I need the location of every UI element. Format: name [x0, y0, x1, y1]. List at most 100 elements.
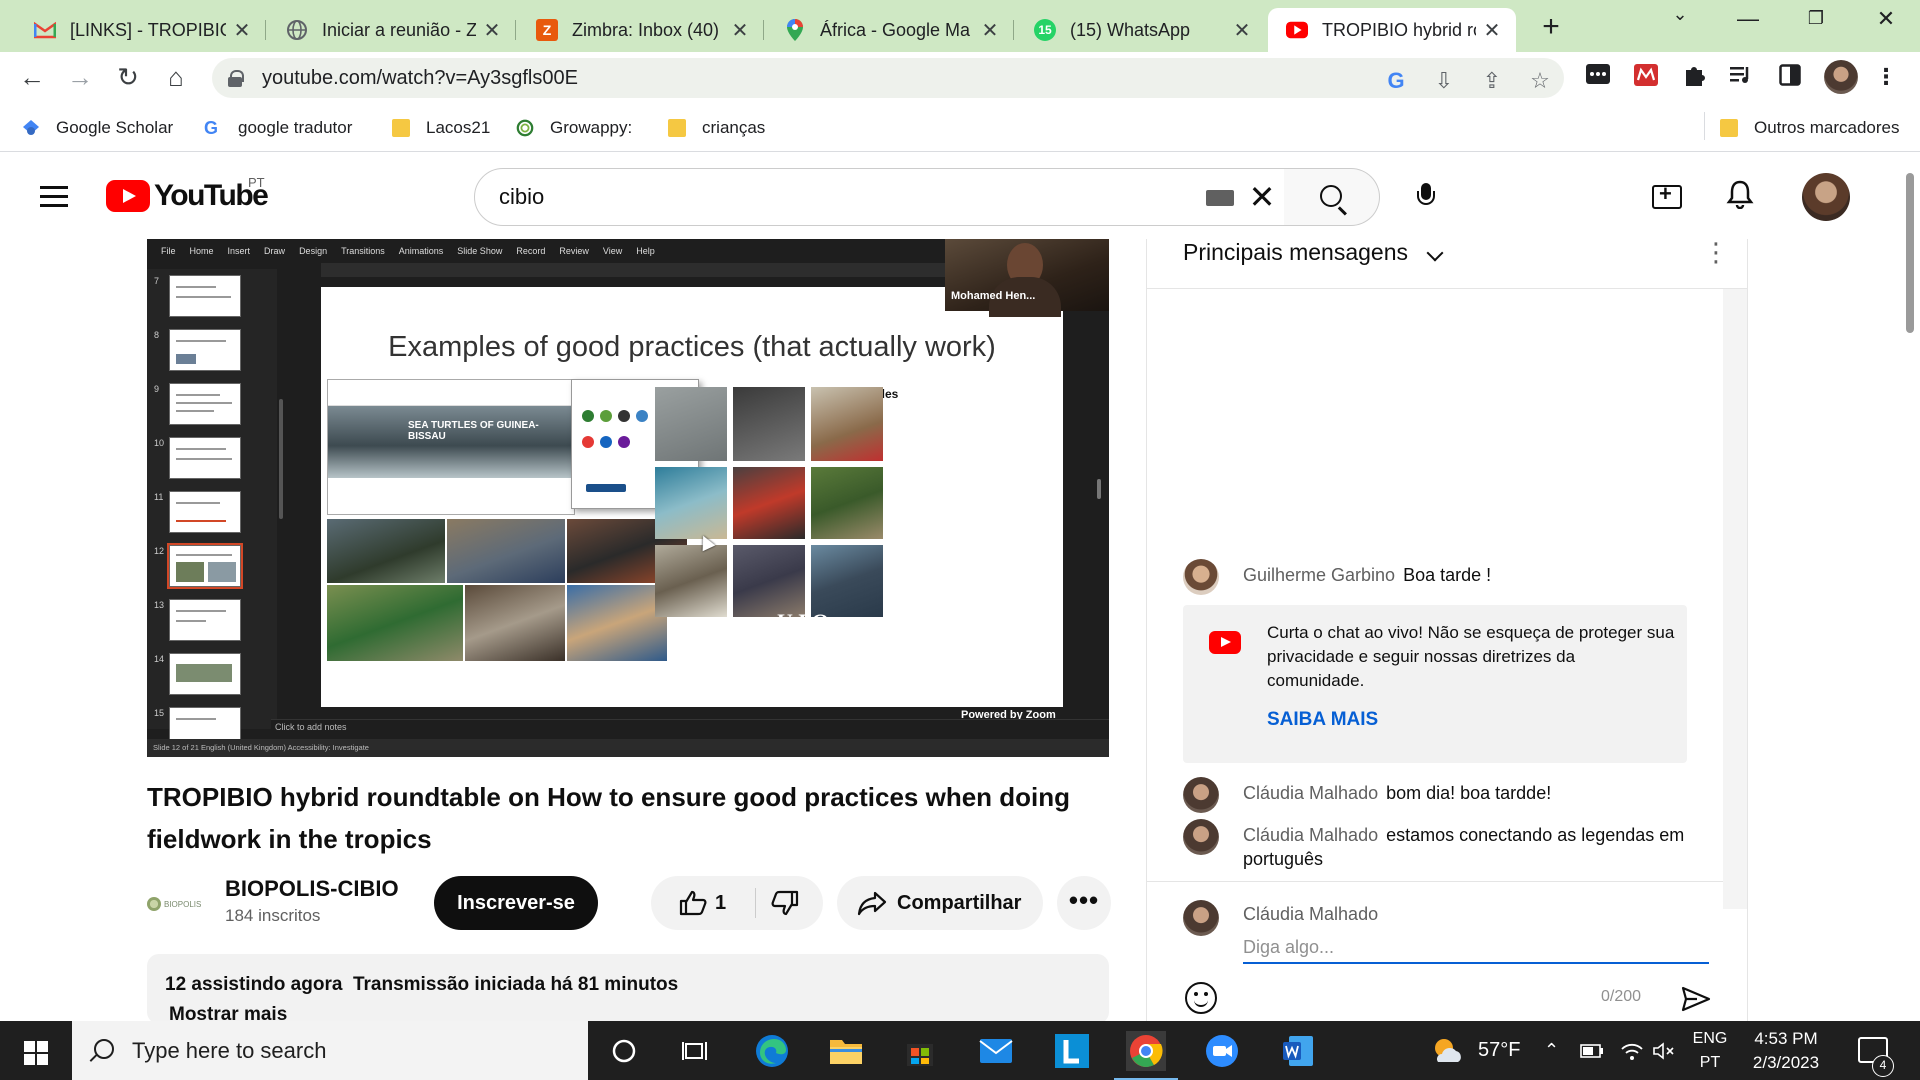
bookmark-google-scholar[interactable]: Google Scholar — [22, 116, 173, 140]
youtube-logo[interactable]: YouTube — [106, 179, 269, 213]
home-icon[interactable]: ⌂ — [158, 62, 194, 93]
message-author[interactable]: Cláudia Malhado — [1243, 825, 1378, 845]
chevron-down-icon[interactable] — [1426, 244, 1444, 262]
emoji-icon[interactable] — [1185, 982, 1217, 1014]
share-button[interactable]: Compartilhar — [837, 876, 1043, 930]
notice-text: Curta o chat ao vivo! Não se esqueça de … — [1267, 623, 1675, 690]
profile-avatar[interactable] — [1824, 60, 1858, 94]
tab-youtube[interactable]: TROPIBIO hybrid ro ✕ — [1268, 8, 1516, 52]
battery-icon[interactable] — [1580, 1021, 1604, 1080]
mendeley-extension-icon[interactable] — [1632, 64, 1660, 90]
more-actions-button[interactable]: ••• — [1057, 876, 1111, 930]
file-explorer-icon[interactable] — [826, 1031, 866, 1071]
author-avatar[interactable] — [1183, 559, 1219, 595]
extension-dots-icon[interactable] — [1584, 64, 1612, 90]
account-avatar[interactable] — [1802, 173, 1850, 221]
youtube-icon — [1209, 631, 1241, 654]
search-button[interactable] — [1284, 168, 1380, 226]
tab-whatsapp[interactable]: 15 (15) WhatsApp ✕ — [1016, 8, 1266, 52]
bookmark-other[interactable]: Outros marcadores — [1720, 116, 1900, 140]
microsoft-store-icon[interactable] — [900, 1031, 940, 1071]
channel-name[interactable]: BIOPOLIS-CIBIO — [225, 876, 399, 902]
send-icon[interactable] — [1681, 986, 1711, 1012]
new-tab-button[interactable]: + — [1536, 10, 1566, 44]
message-author[interactable]: Guilherme Garbino — [1243, 565, 1395, 585]
like-icon[interactable] — [679, 890, 707, 916]
subscribe-button[interactable]: Inscrever-se — [434, 876, 598, 930]
zimbra-icon: Z — [536, 19, 558, 41]
close-tab-icon[interactable]: ✕ — [1482, 18, 1502, 43]
tab-gmail[interactable]: [LINKS] - TROPIBIO ✕ — [16, 8, 266, 52]
notifications-bell-icon[interactable] — [1722, 179, 1758, 215]
video-player[interactable]: File Home Insert Draw Design Transitions… — [147, 239, 1109, 757]
keyboard-icon[interactable] — [1206, 190, 1234, 206]
tab-zimbra[interactable]: Z Zimbra: Inbox (40) ✕ — [518, 8, 764, 52]
tab-search-icon[interactable]: ⌄ — [1660, 4, 1700, 25]
cortana-icon[interactable] — [604, 1031, 644, 1071]
menu-icon[interactable] — [40, 186, 68, 208]
restore-button[interactable]: ❐ — [1796, 8, 1836, 29]
chat-options-icon[interactable]: ⋮ — [1703, 239, 1729, 265]
share-page-icon[interactable]: ⇪ — [1478, 68, 1506, 96]
show-hidden-icons[interactable]: ⌃ — [1544, 1021, 1559, 1080]
extensions-puzzle-icon[interactable] — [1680, 64, 1708, 90]
volume-muted-icon[interactable] — [1652, 1021, 1676, 1080]
media-controls-icon[interactable] — [1728, 64, 1756, 90]
dislike-icon[interactable] — [771, 890, 799, 916]
author-avatar[interactable] — [1183, 777, 1219, 813]
wifi-icon[interactable] — [1620, 1021, 1644, 1080]
weather-widget[interactable]: 57°F — [1430, 1021, 1520, 1080]
close-tab-icon[interactable]: ✕ — [730, 18, 750, 43]
bookmark-lacos21[interactable]: Lacos21 — [392, 116, 490, 140]
slide-thumbnail: 10 — [154, 437, 241, 479]
photo-field-work — [811, 467, 883, 539]
reload-icon[interactable]: ↻ — [110, 62, 146, 93]
back-icon[interactable]: ← — [14, 62, 50, 93]
message-author[interactable]: Cláudia Malhado — [1243, 783, 1378, 803]
chrome-menu-icon[interactable]: ⋮ — [1872, 64, 1900, 90]
chat-scrollbar[interactable] — [1723, 289, 1747, 909]
edge-icon[interactable] — [752, 1031, 792, 1071]
close-tab-icon[interactable]: ✕ — [482, 18, 502, 43]
task-view-icon[interactable] — [676, 1031, 716, 1071]
bookmark-criancas[interactable]: crianças — [668, 116, 765, 140]
mail-icon[interactable] — [976, 1031, 1016, 1071]
search-input[interactable]: cibio — [474, 168, 1286, 226]
chrome-taskbar-icon[interactable] — [1114, 1031, 1178, 1080]
forward-icon[interactable]: → — [62, 62, 98, 93]
language-code: ENG — [1692, 1030, 1728, 1047]
search-icon — [94, 1039, 114, 1059]
microphone-icon[interactable] — [1408, 179, 1444, 215]
clear-search-icon[interactable]: ✕ — [1244, 179, 1280, 215]
address-bar[interactable]: youtube.com/watch?v=Ay3sgfls00E G ⇩ ⇪ ☆ — [212, 58, 1564, 98]
close-tab-icon[interactable]: ✕ — [980, 18, 1000, 43]
youtube-masthead: YouTube PT cibio ✕ — [0, 153, 1900, 241]
learn-more-link[interactable]: SAIBA MAIS — [1267, 709, 1378, 731]
close-window-button[interactable]: ✕ — [1866, 6, 1906, 32]
bookmark-star-icon[interactable]: ☆ — [1526, 68, 1554, 96]
close-tab-icon[interactable]: ✕ — [232, 18, 252, 43]
bookmark-growappy[interactable]: Growappy: — [516, 116, 632, 140]
system-clock[interactable]: 4:53 PM 2/3/2023 — [1736, 1027, 1836, 1075]
chat-message-input[interactable] — [1243, 932, 1709, 964]
input-language[interactable]: ENG PT — [1690, 1027, 1730, 1075]
channel-avatar[interactable]: BIOPOLIS — [147, 884, 203, 924]
taskbar-search-box[interactable]: Type here to search — [72, 1021, 588, 1080]
create-video-icon[interactable] — [1652, 181, 1682, 209]
chat-mode-selector[interactable]: Principais mensagens — [1183, 239, 1408, 266]
minimize-button[interactable]: — — [1728, 6, 1768, 32]
windows-start-icon[interactable] — [24, 1041, 48, 1065]
word-app-icon[interactable] — [1278, 1031, 1318, 1071]
lexicon-app-icon[interactable] — [1052, 1031, 1092, 1071]
install-app-icon[interactable]: ⇩ — [1430, 68, 1458, 96]
author-avatar[interactable] — [1183, 819, 1219, 855]
bookmark-google-tradutor[interactable]: G google tradutor — [204, 116, 352, 140]
tab-zoom[interactable]: Iniciar a reunião - Z ✕ — [268, 8, 516, 52]
page-scrollbar[interactable] — [1900, 153, 1920, 1021]
side-panel-icon[interactable] — [1776, 64, 1804, 90]
tab-maps[interactable]: África - Google Ma ✕ — [766, 8, 1014, 52]
zoom-app-icon[interactable] — [1202, 1031, 1242, 1071]
close-tab-icon[interactable]: ✕ — [1232, 18, 1252, 43]
description-box[interactable]: 12 assistindo agora Transmissão iniciada… — [147, 954, 1109, 1025]
google-translate-icon[interactable]: G — [1382, 68, 1410, 96]
